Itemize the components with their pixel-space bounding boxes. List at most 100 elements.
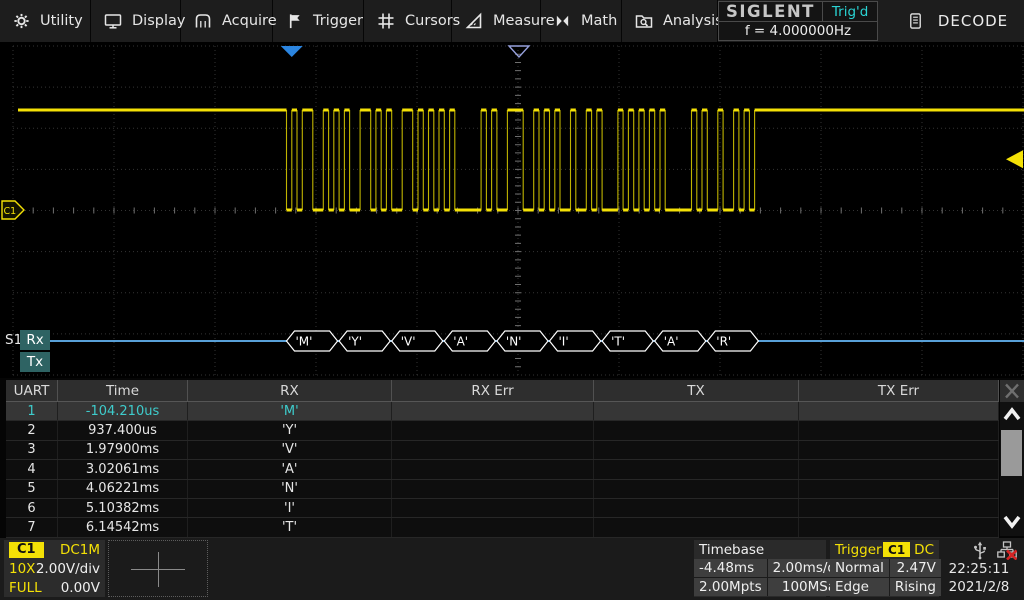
table-cell: 937.400us — [58, 421, 188, 439]
trigger-mode: Normal — [830, 559, 889, 577]
table-cell: 6 — [6, 499, 58, 517]
table-cell: 7 — [6, 518, 58, 536]
uart-frame: 'A' — [444, 331, 495, 351]
uart-frame: 'A' — [655, 331, 706, 351]
table-row[interactable]: 65.10382ms'I' — [6, 499, 999, 518]
table-cell: 3 — [6, 441, 58, 459]
menu-item-trigger[interactable]: Trigger — [273, 0, 364, 42]
table-row[interactable]: 1-104.210us'M' — [6, 402, 999, 421]
uart-frame: 'I' — [550, 331, 601, 351]
channel1-panel[interactable]: C1 DC1M 10X 2.00V/div FULL 0.00V — [4, 540, 105, 597]
menu-item-label: Utility — [40, 13, 83, 29]
timebase-title: Timebase — [699, 542, 764, 558]
menu-item-analysis[interactable]: Analysis — [622, 0, 718, 42]
timebase-panel[interactable]: Timebase -4.48ms 2.00ms/div 2.00Mpts 100… — [694, 540, 826, 597]
trigger-position-indicator[interactable] — [281, 46, 303, 57]
table-cell: 'M' — [188, 402, 392, 420]
table-cell: 2 — [6, 421, 58, 439]
decode-list-icon — [907, 12, 924, 30]
scroll-up-button[interactable] — [1000, 402, 1024, 428]
table-row[interactable]: 31.97900ms'V' — [6, 441, 999, 460]
table-cell — [392, 402, 594, 420]
uart-frame-label: 'N' — [506, 335, 522, 349]
table-cell — [594, 441, 799, 459]
table-row[interactable]: 54.06221ms'N' — [6, 480, 999, 499]
menu-item-decode[interactable]: DECODE — [878, 0, 1024, 42]
menu-item-label: Analysis — [663, 13, 723, 29]
trigger-flag-icon — [286, 12, 303, 30]
table-cell — [799, 499, 999, 517]
uart-frame: 'T' — [602, 331, 653, 351]
clock-time: 22:25:11 — [936, 560, 1022, 578]
table-cell: 3.02061ms — [58, 460, 188, 478]
scroll-down-button[interactable] — [1000, 508, 1024, 534]
trigger-panel[interactable]: Trigger C1 DC Normal 2.47V Edge Rising — [830, 540, 939, 597]
horizontal-reference-indicator[interactable] — [509, 46, 529, 57]
scrollbar-thumb[interactable] — [1001, 430, 1022, 476]
table-cell: 5.10382ms — [58, 499, 188, 517]
table-cell — [392, 421, 594, 439]
uart-frame: 'V' — [392, 331, 443, 351]
uart-frame-label: 'R' — [716, 335, 731, 349]
empty-channel-slot[interactable] — [108, 540, 208, 597]
uart-frame: 'N' — [497, 331, 548, 351]
gear-icon — [13, 12, 30, 30]
uart-frame-label: 'I' — [559, 335, 569, 349]
table-cell: 'V' — [188, 441, 392, 459]
menu-item-measure[interactable]: Measure — [452, 0, 541, 42]
menu-item-acquire[interactable]: Acquire — [181, 0, 273, 42]
table-cell: 5 — [6, 480, 58, 498]
channel1-badge: C1 — [9, 542, 44, 558]
trigger-status: Trig'd — [823, 2, 877, 21]
trigger-status-block: SIGLENT Trig'd f = 4.000000Hz — [718, 1, 878, 41]
analysis-icon — [635, 12, 653, 30]
lan-disconnected-icon — [997, 541, 1017, 561]
menu-item-cursors[interactable]: Cursors — [364, 0, 452, 42]
clock-date: 2021/2/8 — [936, 578, 1022, 596]
menu-item-label: DECODE — [938, 12, 1008, 30]
trigger-coupling: DC — [914, 542, 934, 558]
column-header-tx-err: TX Err — [799, 380, 999, 401]
uart-frame: 'Y' — [339, 331, 390, 351]
table-cell: 4.06221ms — [58, 480, 188, 498]
table-body: 1-104.210us'M'2937.400us'Y'31.97900ms'V'… — [6, 402, 999, 538]
table-cell — [594, 499, 799, 517]
table-scrollbar — [1000, 402, 1024, 536]
menu-item-utility[interactable]: Utility — [0, 0, 91, 42]
uart-frame-label: 'M' — [295, 335, 312, 349]
channel1-offset-indicator[interactable]: C1 — [2, 201, 24, 219]
table-row[interactable]: 43.02061ms'A' — [6, 460, 999, 479]
table-cell — [594, 421, 799, 439]
column-header-rx-err: RX Err — [392, 380, 594, 401]
trigger-level: 2.47V — [890, 559, 941, 577]
table-row[interactable]: 2937.400us'Y' — [6, 421, 999, 440]
table-cell — [799, 402, 999, 420]
column-header-time: Time — [58, 380, 188, 401]
close-icon[interactable] — [1000, 380, 1024, 402]
table-cell — [799, 441, 999, 459]
channel1-bandwidth: FULL — [9, 580, 42, 596]
menu-item-label: Trigger — [313, 13, 363, 29]
trigger-source-badge: C1 — [883, 542, 910, 557]
table-cell: -104.210us — [58, 402, 188, 420]
trigger-level-indicator[interactable] — [1006, 150, 1023, 168]
table-cell — [799, 421, 999, 439]
uart-frame-label: 'A' — [664, 335, 679, 349]
table-row[interactable]: 76.14542ms'T' — [6, 518, 999, 537]
menu-bar: Utility DisplayAcquire TriggerCursorsMeasu… — [0, 0, 1024, 42]
c1-trace — [18, 110, 1024, 210]
menu-items: Utility DisplayAcquire TriggerCursorsMeasu… — [0, 0, 718, 42]
waveform-display-area: C1'M''Y''V''A''N''I''T''A''R' S1 Rx Tx — [0, 42, 1024, 378]
menu-item-math[interactable]: Math — [541, 0, 622, 42]
table-cell — [392, 480, 594, 498]
uart-frame-label: 'T' — [611, 335, 625, 349]
acquire-icon — [194, 12, 212, 30]
trigger-title: Trigger — [835, 542, 882, 558]
channel1-scale: 2.00V/div — [36, 561, 100, 577]
channel1-coupling: DC1M — [60, 542, 100, 558]
table-header-row: UARTTimeRXRX ErrTXTX Err — [6, 380, 999, 402]
table-cell: 6.14542ms — [58, 518, 188, 536]
menu-item-display[interactable]: Display — [91, 0, 181, 42]
column-header-rx: RX — [188, 380, 392, 401]
table-cell: 'T' — [188, 518, 392, 536]
